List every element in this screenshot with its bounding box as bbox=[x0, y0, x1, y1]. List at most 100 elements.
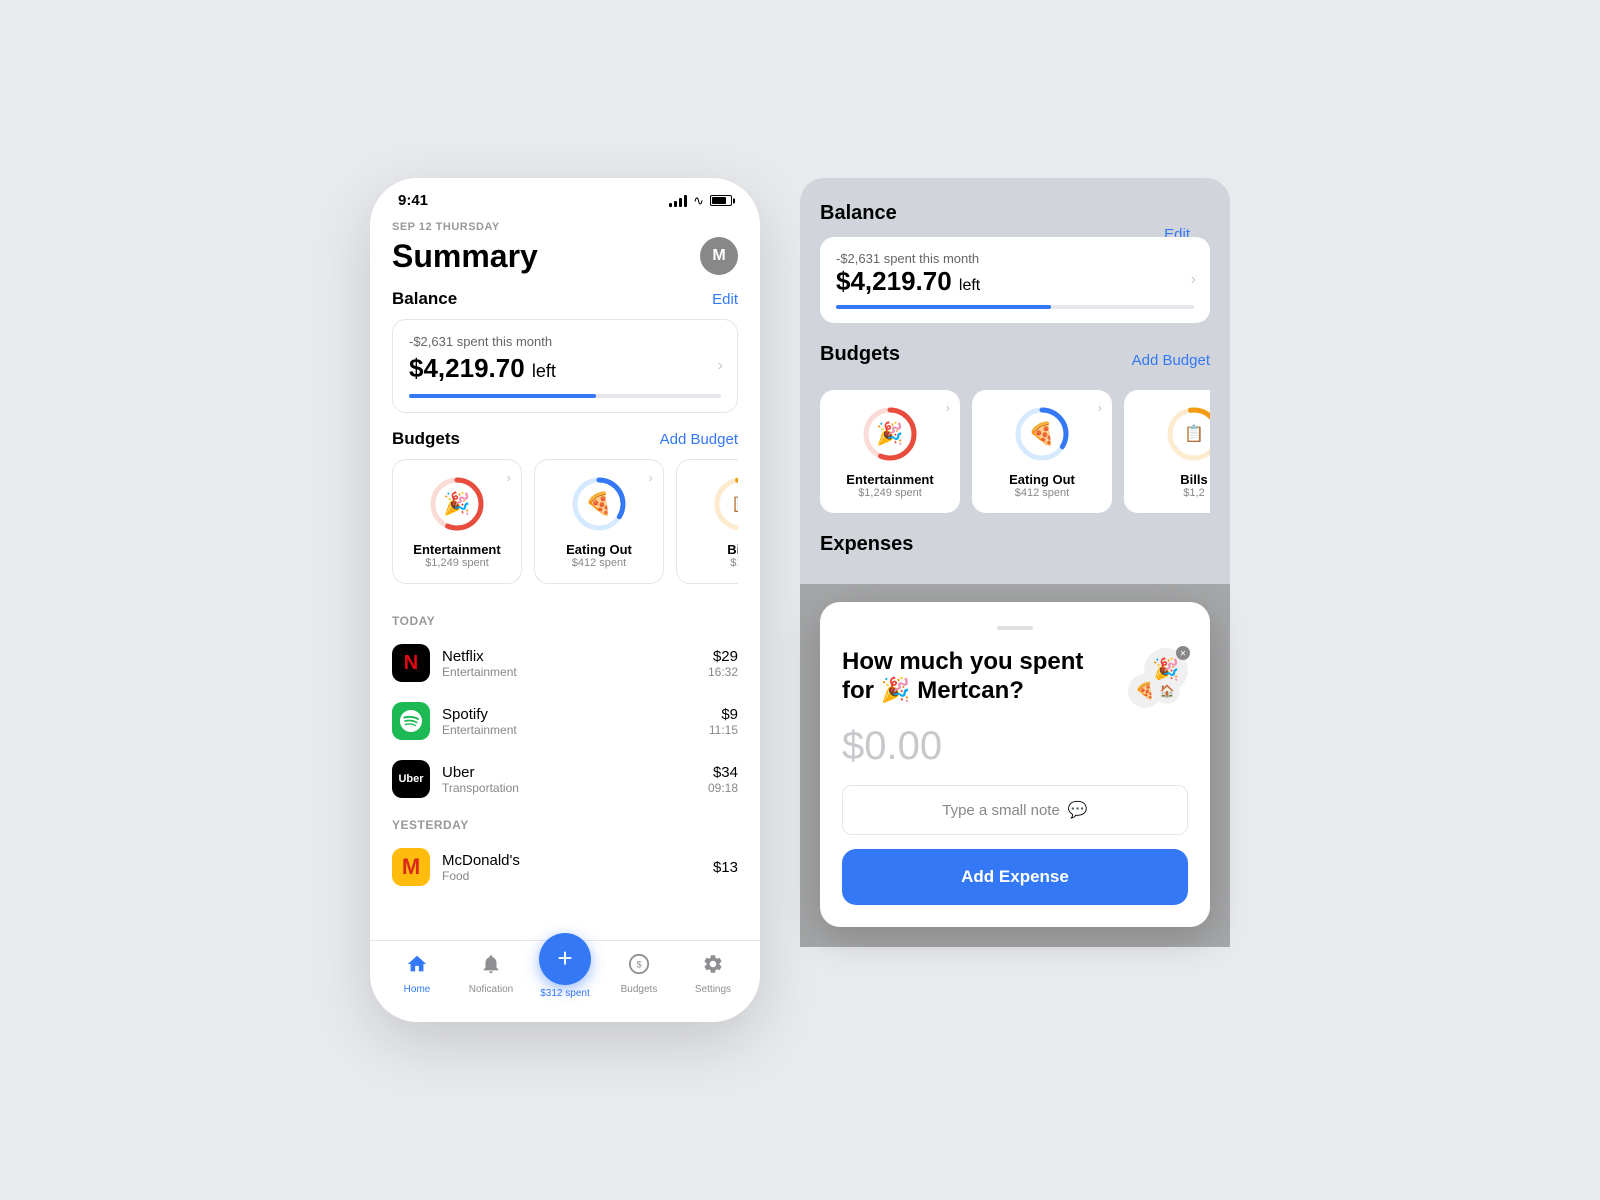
nav-spent-label: $312 spent bbox=[540, 988, 590, 999]
panel-budget-card-bills[interactable]: › 📋 Bills $1,2 bbox=[1124, 390, 1210, 513]
budget-name: Entertainment bbox=[407, 542, 507, 557]
mcdonalds-logo: M bbox=[392, 848, 430, 886]
header-date: SEP 12 THURSDAY bbox=[392, 221, 738, 233]
budget-circle-entertainment: 🎉 bbox=[427, 474, 487, 534]
note-placeholder-text: Type a small note bbox=[942, 802, 1060, 819]
nav-notification-label: Nofication bbox=[469, 984, 513, 995]
svg-text:$: $ bbox=[636, 959, 641, 969]
phone-mockup: 9:41 ∿ SEP 12 THURSDAY bbox=[370, 178, 760, 1022]
budget-card-entertainment[interactable]: › 🎉 Entertainment $1,249 spent bbox=[392, 459, 522, 584]
modal-overlay: How much you spent for 🎉 Mertcan? 🎉 ✕ 🍕 … bbox=[800, 582, 1230, 947]
budget-chevron-icon: › bbox=[507, 470, 511, 485]
budget-name: Bills bbox=[691, 542, 738, 557]
expense-time: 11:15 bbox=[709, 723, 738, 737]
budget-card-bills[interactable]: › 📋 Bills $1,2 bbox=[676, 459, 738, 584]
budgets-nav-icon: $ bbox=[628, 953, 650, 981]
budget-spent: $412 spent bbox=[986, 487, 1098, 499]
note-input[interactable]: Type a small note 💬 bbox=[842, 785, 1188, 835]
panel-budget-circle-bills: 📋 bbox=[1164, 404, 1210, 464]
panel-balance-spent: -$2,631 spent this month bbox=[836, 251, 1194, 266]
add-budget-link[interactable]: Add Budget bbox=[660, 431, 738, 448]
balance-card[interactable]: -$2,631 spent this month $4,219.70 left … bbox=[392, 319, 738, 413]
nav-fab[interactable]: + $312 spent bbox=[528, 949, 602, 999]
expense-category: Transportation bbox=[442, 781, 696, 795]
battery-icon bbox=[710, 195, 732, 206]
panel-budgets-scroll: › 🎉 Entertainment $1,249 spent › bbox=[820, 390, 1210, 517]
wifi-icon: ∿ bbox=[693, 193, 704, 209]
header: SEP 12 THURSDAY Summary M bbox=[370, 215, 760, 289]
nav-budgets-label: Budgets bbox=[621, 984, 658, 995]
status-icons: ∿ bbox=[669, 193, 732, 209]
budget-spent: $1,2 bbox=[691, 557, 738, 569]
expense-amount: $13 bbox=[713, 859, 738, 876]
balance-spent-label: -$2,631 spent this month bbox=[409, 334, 721, 349]
netflix-logo: N bbox=[392, 644, 430, 682]
budget-chevron-icon: › bbox=[1098, 400, 1102, 415]
notification-icon bbox=[480, 953, 502, 981]
note-icon: 💬 bbox=[1068, 800, 1088, 820]
app-container: 9:41 ∿ SEP 12 THURSDAY bbox=[330, 138, 1270, 1062]
balance-chevron-icon: › bbox=[718, 357, 723, 375]
panel-budget-card-eating[interactable]: › 🍕 Eating Out $412 spent bbox=[972, 390, 1112, 513]
expense-time: 16:32 bbox=[708, 665, 738, 679]
uber-logo: Uber bbox=[392, 760, 430, 798]
balance-amount: $4,219.70 left bbox=[409, 353, 721, 384]
add-button[interactable]: + bbox=[539, 933, 591, 985]
expense-time: 09:18 bbox=[708, 781, 738, 795]
home-icon bbox=[406, 953, 428, 981]
expense-amount: $9 bbox=[709, 706, 738, 723]
nav-home-label: Home bbox=[404, 984, 431, 995]
scroll-content: Balance Edit -$2,631 spent this month $4… bbox=[370, 289, 760, 1022]
nav-settings-label: Settings bbox=[695, 984, 731, 995]
expense-item-spotify[interactable]: Spotify Entertainment $9 11:15 bbox=[370, 692, 760, 750]
modal-title: How much you spent for 🎉 Mertcan? bbox=[842, 648, 1128, 706]
modal-close-icon: ✕ bbox=[1176, 646, 1190, 660]
panel-budget-card-entertainment[interactable]: › 🎉 Entertainment $1,249 spent bbox=[820, 390, 960, 513]
nav-settings[interactable]: Settings bbox=[676, 953, 750, 995]
modal-header: How much you spent for 🎉 Mertcan? 🎉 ✕ 🍕 … bbox=[842, 648, 1188, 708]
expense-item-mcdonalds[interactable]: M McDonald's Food $13 bbox=[370, 838, 760, 896]
expense-category: Entertainment bbox=[442, 665, 696, 679]
status-bar: 9:41 ∿ bbox=[370, 178, 760, 215]
add-expense-button[interactable]: Add Expense bbox=[842, 849, 1188, 905]
panel-add-budget-link[interactable]: Add Budget bbox=[1132, 352, 1210, 369]
nav-budgets[interactable]: $ Budgets bbox=[602, 953, 676, 995]
drag-handle bbox=[997, 626, 1033, 630]
nav-home[interactable]: Home bbox=[380, 953, 454, 995]
budget-card-eating[interactable]: › 🍕 Eating Out $412 spent bbox=[534, 459, 664, 584]
add-expense-modal: How much you spent for 🎉 Mertcan? 🎉 ✕ 🍕 … bbox=[820, 602, 1210, 927]
right-panel: Balance Edit -$2,631 spent this month $4… bbox=[800, 178, 1230, 947]
panel-balance-card[interactable]: -$2,631 spent this month $4,219.70 left … bbox=[820, 237, 1210, 323]
nav-notification[interactable]: Nofication bbox=[454, 953, 528, 995]
yesterday-label: YESTERDAY bbox=[370, 808, 760, 838]
panel-balance-title: Balance bbox=[820, 202, 1210, 225]
budgets-section: Budgets Add Budget › 🎉 bbox=[370, 429, 760, 604]
panel-background: Balance Edit -$2,631 spent this month $4… bbox=[800, 178, 1230, 584]
expense-amount: $29 bbox=[708, 648, 738, 665]
page-title: Summary bbox=[392, 238, 538, 275]
modal-emoji-stack: 🎉 ✕ 🍕 🏠 bbox=[1128, 648, 1188, 708]
bottom-nav: Home Nofication + $312 spent $ Budget bbox=[370, 940, 760, 1022]
expense-item-netflix[interactable]: N Netflix Entertainment $29 16:32 bbox=[370, 634, 760, 692]
budget-name: Entertainment bbox=[834, 472, 946, 487]
budget-name: Eating Out bbox=[549, 542, 649, 557]
balance-section: Balance Edit -$2,631 spent this month $4… bbox=[370, 289, 760, 429]
avatar[interactable]: M bbox=[700, 237, 738, 275]
budget-name: Eating Out bbox=[986, 472, 1098, 487]
expense-name: Netflix bbox=[442, 648, 696, 665]
budget-spent: $1,249 spent bbox=[834, 487, 946, 499]
expense-name: Uber bbox=[442, 764, 696, 781]
panel-expenses-title: Expenses bbox=[820, 533, 1210, 556]
balance-edit-link[interactable]: Edit bbox=[712, 291, 738, 308]
expense-category: Entertainment bbox=[442, 723, 697, 737]
expense-name: Spotify bbox=[442, 706, 697, 723]
budgets-scroll: › 🎉 Entertainment $1,249 spent bbox=[392, 459, 738, 588]
signal-icon bbox=[669, 195, 687, 207]
budget-name: Bills bbox=[1138, 472, 1210, 487]
expense-item-uber[interactable]: Uber Uber Transportation $34 09:18 bbox=[370, 750, 760, 808]
panel-budget-circle-ent: 🎉 bbox=[860, 404, 920, 464]
budget-circle-bills: 📋 bbox=[711, 474, 738, 534]
settings-icon bbox=[702, 953, 724, 981]
today-label: TODAY bbox=[370, 604, 760, 634]
modal-amount: $0.00 bbox=[842, 724, 1188, 769]
